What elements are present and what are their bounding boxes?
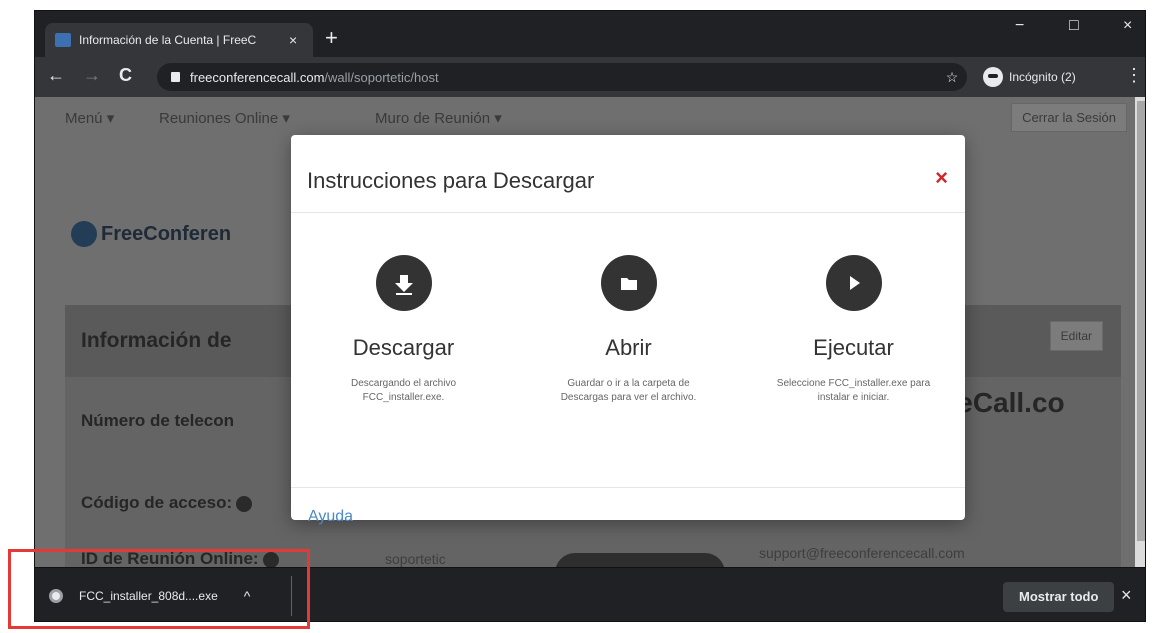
- address-bar[interactable]: freeconferencecall.com/wall/soportetic/h…: [157, 63, 967, 91]
- page-scrollbar[interactable]: [1135, 97, 1145, 567]
- forward-button[interactable]: →: [83, 65, 101, 86]
- help-link[interactable]: Ayuda: [308, 508, 353, 526]
- account-info-title: Información de: [81, 329, 232, 352]
- phone-logo-icon: [71, 221, 97, 247]
- step-description: Descargando el archivo FCC_installer.exe…: [350, 378, 457, 403]
- site-nav: Menú ▾ Reuniones Online ▾ Muro de Reunió…: [35, 97, 1135, 137]
- play-icon: [825, 255, 882, 311]
- highlight-annotation-box: [8, 549, 310, 629]
- modal-close-icon[interactable]: ×: [935, 165, 948, 191]
- logout-button[interactable]: Cerrar la Sesión: [1011, 103, 1127, 132]
- edit-button[interactable]: Editar: [1049, 321, 1103, 351]
- support-email[interactable]: support@freeconferencecall.com: [759, 545, 965, 561]
- maximize-button[interactable]: □: [1069, 17, 1079, 35]
- modal-footer: Ayuda: [291, 487, 965, 525]
- window-close-button[interactable]: ×: [1123, 17, 1132, 35]
- step-title: Ejecutar: [813, 335, 894, 360]
- help-circle-icon[interactable]: [236, 495, 253, 512]
- modal-header: Instrucciones para Descargar ×: [291, 135, 965, 213]
- reload-button[interactable]: C: [119, 65, 132, 86]
- back-button[interactable]: ←: [47, 65, 65, 86]
- site-favicon-icon: [55, 33, 71, 47]
- minimize-button[interactable]: −: [1015, 17, 1024, 35]
- incognito-icon: [983, 67, 1003, 87]
- lock-icon: [171, 72, 180, 82]
- dark-button-partial[interactable]: [555, 553, 725, 567]
- title-bar: Información de la Cuenta | FreeC × + − □…: [35, 11, 1145, 63]
- tab-close-icon[interactable]: ×: [289, 32, 297, 48]
- site-logo[interactable]: FreeConferen: [71, 221, 231, 247]
- step-download: Descargar Descargando el archivo FCC_ins…: [291, 213, 516, 405]
- step-description: Seleccione FCC_installer.exe para instal…: [776, 378, 931, 403]
- show-all-button[interactable]: Mostrar todo: [1003, 582, 1115, 612]
- incognito-indicator[interactable]: Incógnito (2): [983, 64, 1076, 90]
- modal-title: Instrucciones para Descargar: [307, 168, 595, 193]
- new-tab-button[interactable]: +: [325, 27, 338, 49]
- bookmark-star-icon[interactable]: ☆: [937, 63, 967, 91]
- shelf-close-icon[interactable]: ×: [1121, 585, 1132, 606]
- browser-menu-icon[interactable]: ⋮: [1125, 65, 1143, 86]
- phone-number-label: Número de telecon: [81, 411, 235, 430]
- step-open: Abrir Guardar o ir a la carpeta de Desca…: [516, 213, 741, 405]
- browser-toolbar: ← → C freeconferencecall.com/wall/soport…: [35, 57, 1145, 97]
- url-path: /wall/soportetic/host: [324, 69, 439, 85]
- step-description: Guardar o ir a la carpeta de Descargas p…: [560, 378, 697, 403]
- download-icon: [375, 255, 432, 311]
- meeting-id-value: soportetic: [385, 551, 446, 567]
- url-domain: freeconferencecall.com: [190, 69, 325, 85]
- logo-text: FreeConferen: [101, 222, 232, 245]
- nav-meeting-wall[interactable]: Muro de Reunión ▾: [375, 109, 502, 127]
- download-instructions-modal: Instrucciones para Descargar × Descargar…: [291, 135, 965, 525]
- nav-menu[interactable]: Menú ▾: [65, 109, 114, 127]
- access-code-label: Código de acceso:: [81, 493, 253, 513]
- step-title: Abrir: [605, 335, 652, 360]
- step-run: Ejecutar Seleccione FCC_installer.exe pa…: [741, 213, 966, 405]
- step-title: Descargar: [352, 335, 455, 360]
- incognito-label: Incógnito (2): [1009, 70, 1076, 84]
- tab-title: Información de la Cuenta | FreeC: [79, 33, 257, 47]
- nav-online-meetings[interactable]: Reuniones Online ▾: [159, 109, 290, 127]
- folder-icon: [600, 255, 657, 311]
- browser-tab[interactable]: Información de la Cuenta | FreeC ×: [45, 23, 313, 57]
- page-viewport: Menú ▾ Reuniones Online ▾ Muro de Reunió…: [35, 97, 1135, 567]
- scrollbar-thumb[interactable]: [1137, 101, 1145, 541]
- download-steps: Descargar Descargando el archivo FCC_ins…: [291, 213, 965, 487]
- browser-window: Información de la Cuenta | FreeC × + − □…: [34, 10, 1146, 622]
